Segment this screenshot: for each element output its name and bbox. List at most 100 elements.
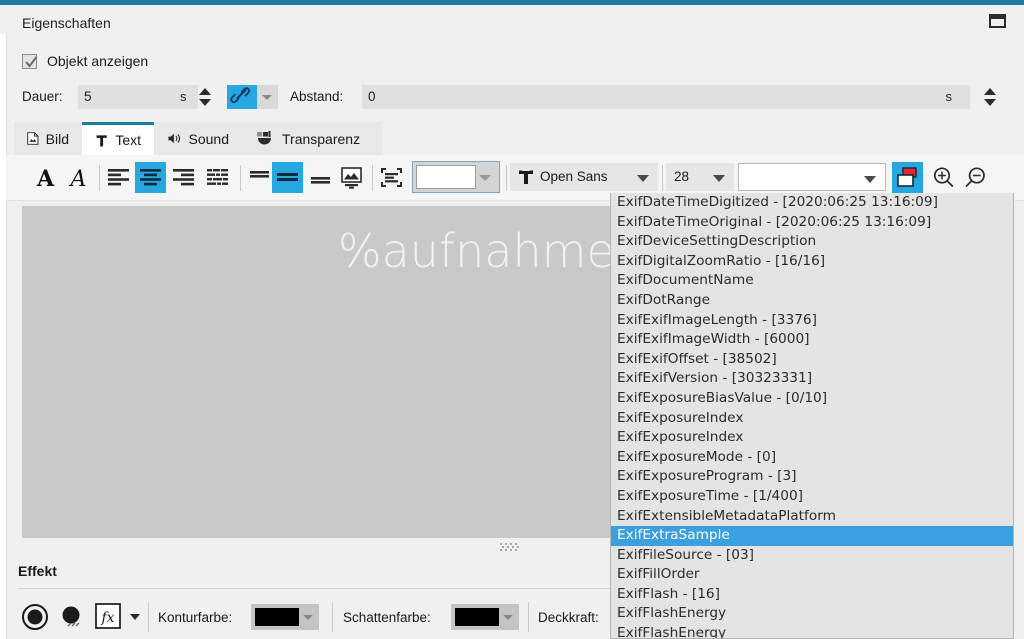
dropdown-item[interactable]: ExifDateTimeOriginal - [2020:06:25 13:16… bbox=[611, 213, 1013, 233]
left-edge-strip bbox=[0, 34, 7, 639]
dropdown-item[interactable]: ExifExposureTime - [1/400] bbox=[611, 487, 1013, 507]
dropdown-item[interactable]: ExifFileSource - [03] bbox=[611, 546, 1013, 566]
align-right-button[interactable] bbox=[168, 162, 199, 193]
italic-button[interactable]: A bbox=[63, 162, 94, 193]
speaker-icon bbox=[168, 133, 180, 144]
effect-separator-3 bbox=[528, 602, 529, 632]
dropdown-item[interactable]: ExifFillOrder bbox=[611, 565, 1013, 585]
dropdown-item[interactable]: ExifExifVersion - [30323331] bbox=[611, 369, 1013, 389]
shadow-color-label: Schattenfarbe: bbox=[343, 610, 431, 625]
font-glyph-icon bbox=[519, 170, 533, 184]
align-left-button[interactable] bbox=[103, 162, 134, 193]
toolbar-separator-2 bbox=[240, 165, 241, 191]
fx-button[interactable]: fx bbox=[94, 602, 122, 633]
dropdown-item[interactable]: ExifExifImageLength - [3376] bbox=[611, 311, 1013, 331]
chevron-down-icon bbox=[303, 615, 313, 620]
duration-row: Dauer: 5 s Abstand: 0 s bbox=[22, 85, 1012, 111]
text-color-swatch bbox=[416, 165, 476, 189]
toolbar-separator-4 bbox=[506, 165, 507, 191]
tab-text-label: Text bbox=[115, 132, 141, 148]
dropdown-item[interactable]: ExifExposureIndex bbox=[611, 428, 1013, 448]
dropdown-item[interactable]: ExifExposureProgram - [3] bbox=[611, 467, 1013, 487]
fit-text-button[interactable] bbox=[376, 162, 407, 193]
effect-separator bbox=[148, 602, 149, 632]
chevron-down-icon bbox=[864, 176, 876, 183]
bold-button[interactable]: A bbox=[30, 162, 61, 193]
font-size-combo[interactable]: 28 bbox=[666, 163, 734, 191]
duration-spinner[interactable] bbox=[198, 85, 212, 109]
exif-placeholder-dropdown[interactable]: ExifDateTimeDigitized - [2020:06:25 13:1… bbox=[610, 193, 1014, 639]
align-left-icon bbox=[108, 169, 129, 186]
resize-grip-icon[interactable] bbox=[500, 543, 522, 552]
dropdown-item[interactable]: ExifExtensibleMetadataPlatform bbox=[611, 507, 1013, 527]
zoom-out-icon bbox=[965, 167, 985, 188]
duration-value: 5 bbox=[84, 89, 92, 104]
svg-text:fx: fx bbox=[100, 610, 114, 626]
object-visible-label: Objekt anzeigen bbox=[47, 53, 149, 69]
text-over-image-icon bbox=[341, 167, 362, 189]
vertical-align-top-icon bbox=[250, 171, 269, 178]
dropdown-item[interactable]: ExifExifImageWidth - [6000] bbox=[611, 330, 1013, 350]
placeholder-combo[interactable] bbox=[738, 163, 886, 191]
window-title: Eigenschaften bbox=[22, 15, 111, 31]
zoom-in-button[interactable] bbox=[928, 162, 959, 193]
dropdown-item[interactable]: ExifDigitalZoomRatio - [16/16] bbox=[611, 252, 1013, 272]
outline-color-combo[interactable] bbox=[251, 604, 319, 630]
dropdown-item[interactable]: ExifDateTimeDigitized - [2020:06:25 13:1… bbox=[611, 193, 1013, 213]
font-family-value: Open Sans bbox=[540, 169, 608, 184]
effect-options-chevron-down-icon[interactable] bbox=[130, 614, 140, 620]
chevron-down-icon bbox=[637, 175, 649, 182]
tab-strip: Bild Text Sound Transparenz bbox=[14, 122, 1014, 155]
svg-text:A: A bbox=[69, 167, 87, 192]
toolbar-separator bbox=[99, 165, 100, 191]
dropdown-item[interactable]: ExifDocumentName bbox=[611, 271, 1013, 291]
tab-bild[interactable]: Bild bbox=[14, 122, 82, 155]
svg-text:A: A bbox=[36, 166, 55, 192]
font-family-combo[interactable]: Open Sans bbox=[510, 163, 658, 191]
insert-placeholder-button[interactable] bbox=[892, 162, 923, 193]
font-size-value: 28 bbox=[674, 169, 690, 184]
link-options-button[interactable] bbox=[257, 85, 278, 109]
duration-unit: s bbox=[180, 89, 187, 104]
align-justify-icon bbox=[207, 169, 228, 185]
tab-text[interactable]: Text bbox=[82, 122, 154, 155]
object-visible-row[interactable]: Objekt anzeigen bbox=[22, 50, 148, 72]
text-color-combo[interactable] bbox=[412, 161, 500, 193]
align-justify-button[interactable] bbox=[202, 162, 233, 193]
align-center-button[interactable] bbox=[135, 162, 166, 193]
gap-input[interactable]: 0 bbox=[362, 85, 970, 109]
effect-section-title: Effekt bbox=[18, 563, 57, 579]
dropdown-item[interactable]: ExifExposureMode - [0] bbox=[611, 448, 1013, 468]
valign-middle-button[interactable] bbox=[272, 162, 303, 193]
text-over-image-button[interactable] bbox=[336, 162, 367, 193]
tab-transparenz-label: Transparenz bbox=[282, 130, 361, 147]
bold-A-icon: A bbox=[36, 166, 55, 192]
dropdown-item[interactable]: ExifFlashEnergy bbox=[611, 624, 1013, 638]
dropdown-item[interactable]: ExifDotRange bbox=[611, 291, 1013, 311]
dropdown-item[interactable]: ExifExtraSample bbox=[611, 526, 1013, 546]
dropdown-item[interactable]: ExifExposureBiasValue - [0/10] bbox=[611, 389, 1013, 409]
valign-bottom-button[interactable] bbox=[305, 162, 336, 193]
link-duration-button[interactable] bbox=[227, 85, 257, 109]
zoom-out-button[interactable] bbox=[960, 162, 991, 193]
shadow-effect-button[interactable] bbox=[58, 602, 86, 635]
chain-link-icon bbox=[230, 87, 250, 103]
restore-window-icon[interactable] bbox=[989, 14, 1008, 30]
tab-sound[interactable]: Sound bbox=[154, 122, 242, 155]
dropdown-item[interactable]: ExifExifOffset - [38502] bbox=[611, 350, 1013, 370]
dropdown-item[interactable]: ExifFlashEnergy bbox=[611, 604, 1013, 624]
properties-window: Eigenschaften Objekt anzeigen Dauer: 5 s bbox=[0, 0, 1024, 639]
shadow-color-combo[interactable] bbox=[451, 604, 519, 630]
tab-transparenz[interactable]: Transparenz bbox=[242, 122, 382, 155]
dropdown-item[interactable]: ExifDeviceSettingDescription bbox=[611, 232, 1013, 252]
dropdown-item[interactable]: ExifFlash - [16] bbox=[611, 585, 1013, 605]
dropdown-item[interactable]: ExifExposureIndex bbox=[611, 409, 1013, 429]
object-visible-checkbox[interactable] bbox=[22, 53, 38, 69]
outline-effect-button[interactable] bbox=[20, 602, 50, 635]
toolbar-separator-5 bbox=[662, 165, 663, 191]
checkmark-icon bbox=[25, 55, 38, 68]
valign-top-button[interactable] bbox=[244, 162, 275, 193]
gap-spinner[interactable] bbox=[983, 85, 997, 109]
toolbar-separator-3 bbox=[372, 165, 373, 191]
transparency-icon bbox=[257, 131, 271, 145]
